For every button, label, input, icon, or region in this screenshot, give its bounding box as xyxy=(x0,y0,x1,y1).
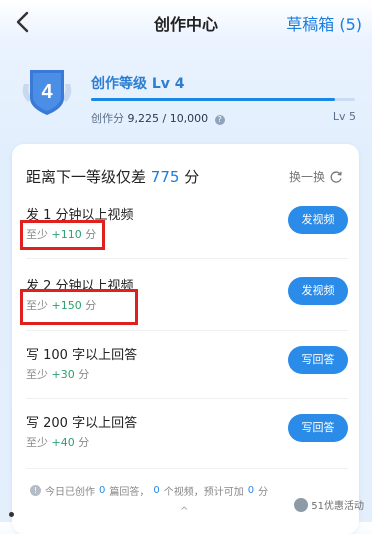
summary-text: 分 xyxy=(258,487,269,498)
card-title-suffix: 分 xyxy=(184,168,200,186)
info-icon[interactable]: ? xyxy=(214,115,225,125)
expected-points: 0 xyxy=(247,485,255,496)
score-label: 创作分 xyxy=(91,112,124,125)
task-item: 写 200 字以上回答 至少 +40 分 写回答 xyxy=(26,412,348,468)
summary-text: 今日已创作 xyxy=(45,487,95,498)
videos-count: 0 xyxy=(153,485,160,496)
task-item: 写 100 字以上回答 至少 +30 分 写回答 xyxy=(26,344,348,400)
watermark: 51优惠活动 xyxy=(294,497,364,512)
reward-points: +40 xyxy=(51,436,75,449)
reward-suffix: 分 xyxy=(78,368,90,381)
write-answer-button[interactable]: 写回答 xyxy=(288,346,348,374)
divider xyxy=(26,330,348,331)
highlight-box xyxy=(20,289,138,325)
highlight-box xyxy=(20,220,105,250)
divider xyxy=(26,468,348,469)
dot-icon xyxy=(9,512,14,517)
write-answer-button[interactable]: 写回答 xyxy=(288,414,348,442)
post-video-button[interactable]: 发视频 xyxy=(288,206,348,234)
top-bar: 创作中心 草稿箱 (5) xyxy=(0,0,372,46)
svg-text:4: 4 xyxy=(41,81,53,103)
daily-summary: ! 今日已创作 0 篇回答， 0 个视频，预计可加 0 分 xyxy=(30,483,268,498)
refresh-label: 换一换 xyxy=(288,170,325,184)
level-progress-bar xyxy=(91,98,355,101)
info-icon: ! xyxy=(30,485,41,496)
reward-suffix: 分 xyxy=(78,436,90,449)
score-value: 9,225 / 10,000 xyxy=(127,112,209,125)
task-reward: 至少 +30 分 xyxy=(26,366,89,382)
task-reward: 至少 +40 分 xyxy=(26,434,89,450)
back-arrow-icon[interactable] xyxy=(10,8,38,36)
answers-count: 0 xyxy=(99,485,106,496)
next-level-label: Lv 5 xyxy=(332,110,356,123)
reward-prefix: 至少 xyxy=(26,368,48,381)
reward-prefix: 至少 xyxy=(26,436,48,449)
divider xyxy=(26,258,348,259)
card-title-prefix: 距离下一等级仅差 xyxy=(26,168,147,186)
refresh-button[interactable]: 换一换 xyxy=(289,168,343,185)
chevron-up-icon[interactable]: ^ xyxy=(180,506,188,517)
post-video-button[interactable]: 发视频 xyxy=(288,277,348,305)
task-name: 写 100 字以上回答 xyxy=(26,348,138,363)
wechat-icon xyxy=(294,497,309,512)
level-progress-fill xyxy=(91,98,335,101)
refresh-icon xyxy=(330,170,342,183)
level-title: 创作等级 Lv 4 xyxy=(91,76,185,92)
reward-points: +30 xyxy=(51,368,75,381)
points-needed: 775 xyxy=(150,168,180,186)
divider xyxy=(26,398,348,399)
task-name: 写 200 字以上回答 xyxy=(26,416,138,431)
summary-text: 篇回答， xyxy=(109,487,150,498)
drafts-link[interactable]: 草稿箱 (5) xyxy=(286,11,362,35)
summary-text: 个视频，预计可加 xyxy=(163,487,244,498)
card-title: 距离下一等级仅差 775 分 xyxy=(26,166,199,187)
score-readout: 创作分 9,225 / 10,000 ? xyxy=(91,110,225,126)
watermark-text: 51优惠活动 xyxy=(311,501,364,512)
task-card: 距离下一等级仅差 775 分 换一换 发 1 分钟以上视频 至少 +110 分 … xyxy=(12,144,359,534)
level-shield-icon: 4 xyxy=(22,70,72,115)
